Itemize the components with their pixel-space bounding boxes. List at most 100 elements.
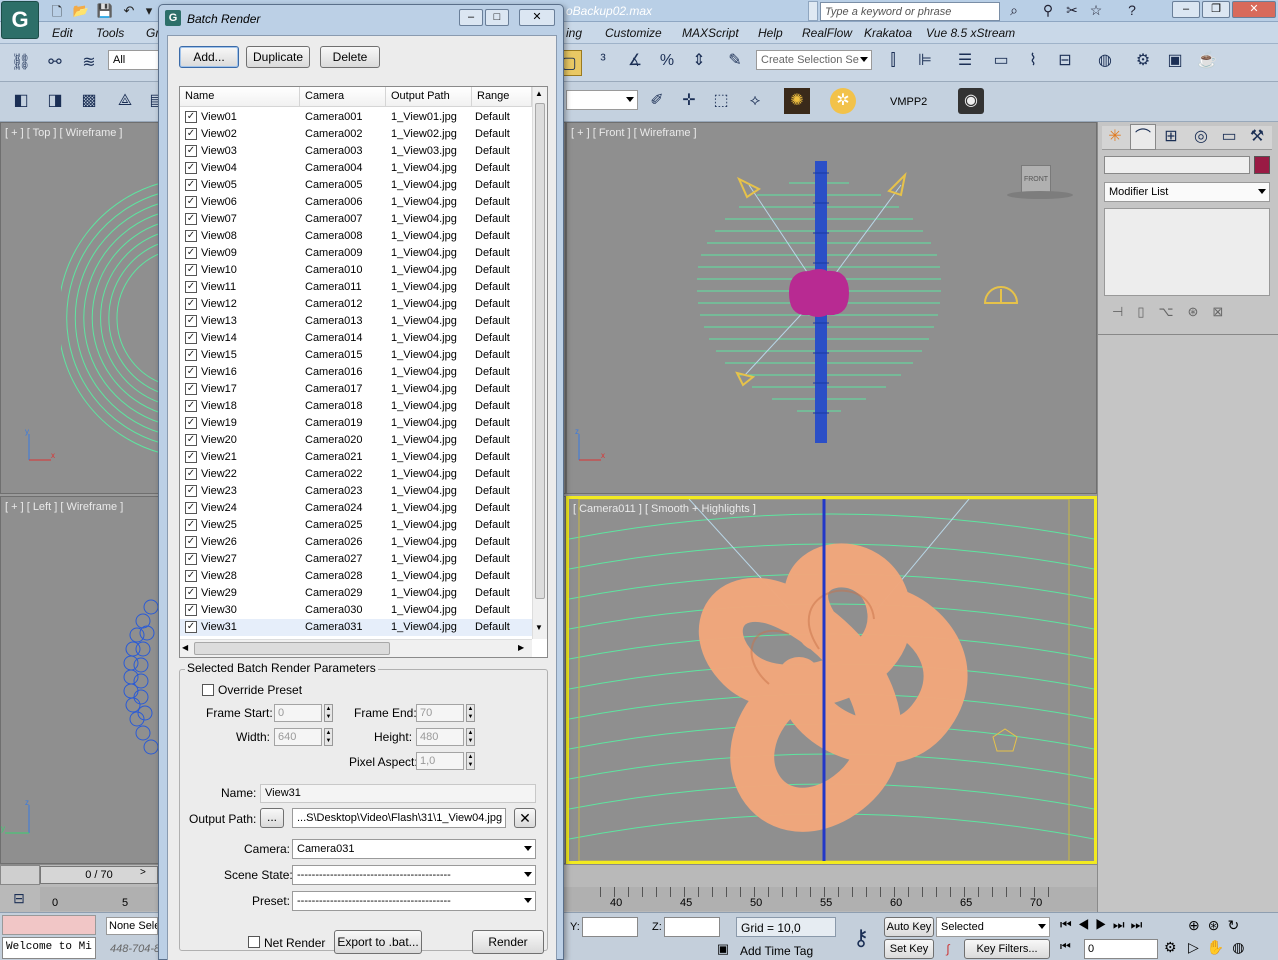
hierarchy-tool-icon[interactable]: ⟁ [112, 88, 138, 114]
sb-scene-icon[interactable]: ◨ [42, 88, 68, 114]
table-row[interactable]: ✓ View25 Camera025 1_View04.jpg Default [180, 517, 532, 534]
frame-end-spinner[interactable]: ▲ ▼ [466, 704, 475, 722]
curve-editor-mini-icon[interactable]: ⊟ [4, 887, 34, 909]
table-row[interactable]: ✓ View30 Camera030 1_View04.jpg Default [180, 602, 532, 619]
key-icon[interactable]: ⚷ [844, 923, 878, 953]
row-enabled-checkbox[interactable]: ✓ [185, 468, 197, 480]
table-row[interactable]: ✓ View04 Camera004 1_View04.jpg Default [180, 160, 532, 177]
unlink-icon[interactable]: ⚯ [42, 50, 68, 76]
table-row[interactable]: ✓ View13 Camera013 1_View04.jpg Default [180, 313, 532, 330]
add-helper-icon[interactable]: ✛ [676, 88, 702, 114]
row-enabled-checkbox[interactable]: ✓ [185, 502, 197, 514]
row-enabled-checkbox[interactable]: ✓ [185, 383, 197, 395]
bind-spacewarp-icon[interactable]: ≋ [76, 50, 102, 76]
viewcube-face[interactable]: FRONT [1021, 165, 1051, 193]
camera-dropdown[interactable]: Camera031 [292, 839, 536, 859]
time-config-icon[interactable]: ⚙ [1164, 939, 1177, 956]
schematic-view-icon[interactable]: ⊟ [1052, 48, 1078, 74]
table-row[interactable]: ✓ View01 Camera001 1_View01.jpg Default [180, 109, 532, 126]
override-preset-checkbox[interactable] [202, 684, 214, 696]
minimize-button[interactable]: – [1172, 1, 1200, 18]
sun-dial-icon[interactable]: ✲ [830, 88, 856, 114]
row-enabled-checkbox[interactable]: ✓ [185, 587, 197, 599]
hierarchy-tab-icon[interactable]: ⊞ [1158, 124, 1184, 150]
mirror-icon[interactable]: ⫿ [880, 48, 906, 74]
table-row[interactable]: ✓ View15 Camera015 1_View04.jpg Default [180, 347, 532, 364]
vertical-scrollbar[interactable]: ▲ ▼ [532, 87, 547, 639]
row-enabled-checkbox[interactable]: ✓ [185, 451, 197, 463]
select-object-icon[interactable]: ⬚ [708, 88, 734, 114]
key-mode-toggle-icon[interactable]: ⏮ [1060, 939, 1071, 954]
viewport-camera-label[interactable]: [ Camera011 ] [ Smooth + Highlights ] [573, 503, 756, 515]
auto-key-button[interactable]: Auto Key [884, 917, 934, 937]
key-mode-dropdown[interactable]: Selected [936, 917, 1050, 937]
row-enabled-checkbox[interactable]: ✓ [185, 485, 197, 497]
column-header-name[interactable]: Name [180, 87, 300, 107]
table-row[interactable]: ✓ View17 Camera017 1_View04.jpg Default [180, 381, 532, 398]
scroll-down-icon[interactable]: ▼ [535, 623, 543, 632]
menu-customize[interactable]: Customize [605, 26, 662, 40]
row-enabled-checkbox[interactable]: ✓ [185, 366, 197, 378]
menu-vue[interactable]: Vue 8.5 xStream [926, 26, 1015, 40]
display-tab-icon[interactable]: ▭ [1216, 124, 1242, 150]
modify-tab-icon[interactable]: ⌒ [1130, 124, 1156, 150]
frame-start-spinner[interactable]: ▲ ▼ [324, 704, 333, 722]
viewport-left-label[interactable]: [ + ] [ Left ] [ Wireframe ] [5, 501, 123, 513]
snap-toggle-icon[interactable]: ³ [590, 48, 616, 74]
undo-dropdown-icon[interactable]: ▾ [140, 3, 158, 19]
dialog-maximize-button[interactable]: □ [485, 9, 509, 26]
table-row[interactable]: ✓ View06 Camera006 1_View04.jpg Default [180, 194, 532, 211]
table-row[interactable]: ✓ View07 Camera007 1_View04.jpg Default [180, 211, 532, 228]
render-setup-icon[interactable]: ⚙ [1130, 48, 1156, 74]
viewport-nav-controls-top[interactable]: ⊕⊛↻ [1188, 917, 1247, 934]
z-coord-field[interactable] [664, 917, 720, 937]
align-icon[interactable]: ⊫ [912, 48, 938, 74]
communication-center-icon[interactable]: ⚲ [1038, 2, 1058, 20]
link-icon[interactable]: ⛓ [8, 50, 34, 76]
row-enabled-checkbox[interactable]: ✓ [185, 179, 197, 191]
column-header-camera[interactable]: Camera [300, 87, 386, 107]
save-icon[interactable]: 💾 [96, 3, 114, 19]
add-time-tag[interactable]: Add Time Tag [736, 941, 836, 960]
table-row[interactable]: ✓ View22 Camera022 1_View04.jpg Default [180, 466, 532, 483]
width-field[interactable]: 640 [274, 728, 322, 746]
ribbon-icon[interactable]: ▭ [988, 48, 1014, 74]
menu-help[interactable]: Help [758, 26, 783, 40]
effect-burst-icon[interactable]: ✺ [784, 88, 810, 114]
table-row[interactable]: ✓ View09 Camera009 1_View04.jpg Default [180, 245, 532, 262]
angle-snap-icon[interactable]: ∡ [622, 48, 648, 74]
table-row[interactable]: ✓ View16 Camera016 1_View04.jpg Default [180, 364, 532, 381]
row-enabled-checkbox[interactable]: ✓ [185, 128, 197, 140]
edit-named-selection-icon[interactable]: ✎ [722, 48, 748, 74]
menu-maxscript[interactable]: MAXScript [682, 26, 739, 40]
time-slider-next-icon[interactable]: > [140, 867, 146, 878]
row-enabled-checkbox[interactable]: ✓ [185, 281, 197, 293]
output-path-browse-button[interactable]: ... [260, 808, 284, 828]
delete-button[interactable]: Delete [320, 46, 380, 68]
close-window-button[interactable]: ✕ [1232, 1, 1276, 18]
row-enabled-checkbox[interactable]: ✓ [185, 332, 197, 344]
vmpp-label[interactable]: VMPP2 [890, 96, 927, 108]
vray-slr-icon[interactable]: ◉ [958, 88, 984, 114]
open-file-icon[interactable]: 📂 [72, 3, 90, 19]
row-enabled-checkbox[interactable]: ✓ [185, 196, 197, 208]
table-row[interactable]: ✓ View14 Camera014 1_View04.jpg Default [180, 330, 532, 347]
row-enabled-checkbox[interactable]: ✓ [185, 111, 197, 123]
modifier-list-dropdown[interactable]: Modifier List [1104, 182, 1270, 202]
height-field[interactable]: 480 [416, 728, 464, 746]
motion-tab-icon[interactable]: ◎ [1188, 124, 1214, 150]
binoculars-icon[interactable]: ⌕ [1004, 2, 1024, 20]
box-object-icon[interactable]: ▩ [76, 88, 102, 114]
rendered-frame-window-icon[interactable]: ▣ [1162, 48, 1188, 74]
restore-button[interactable]: ❐ [1202, 1, 1230, 18]
menu-edit[interactable]: Edit [52, 26, 73, 40]
table-row[interactable]: ✓ View19 Camera019 1_View04.jpg Default [180, 415, 532, 432]
menu-realflow[interactable]: RealFlow [802, 26, 852, 40]
table-row[interactable]: ✓ View20 Camera020 1_View04.jpg Default [180, 432, 532, 449]
row-enabled-checkbox[interactable]: ✓ [185, 230, 197, 242]
frame-start-field[interactable]: 0 [274, 704, 322, 722]
render-button[interactable]: Render [472, 930, 544, 954]
current-frame-field[interactable]: 0 [1084, 939, 1158, 959]
menu-krakatoa[interactable]: Krakatoa [864, 26, 912, 40]
row-enabled-checkbox[interactable]: ✓ [185, 264, 197, 276]
